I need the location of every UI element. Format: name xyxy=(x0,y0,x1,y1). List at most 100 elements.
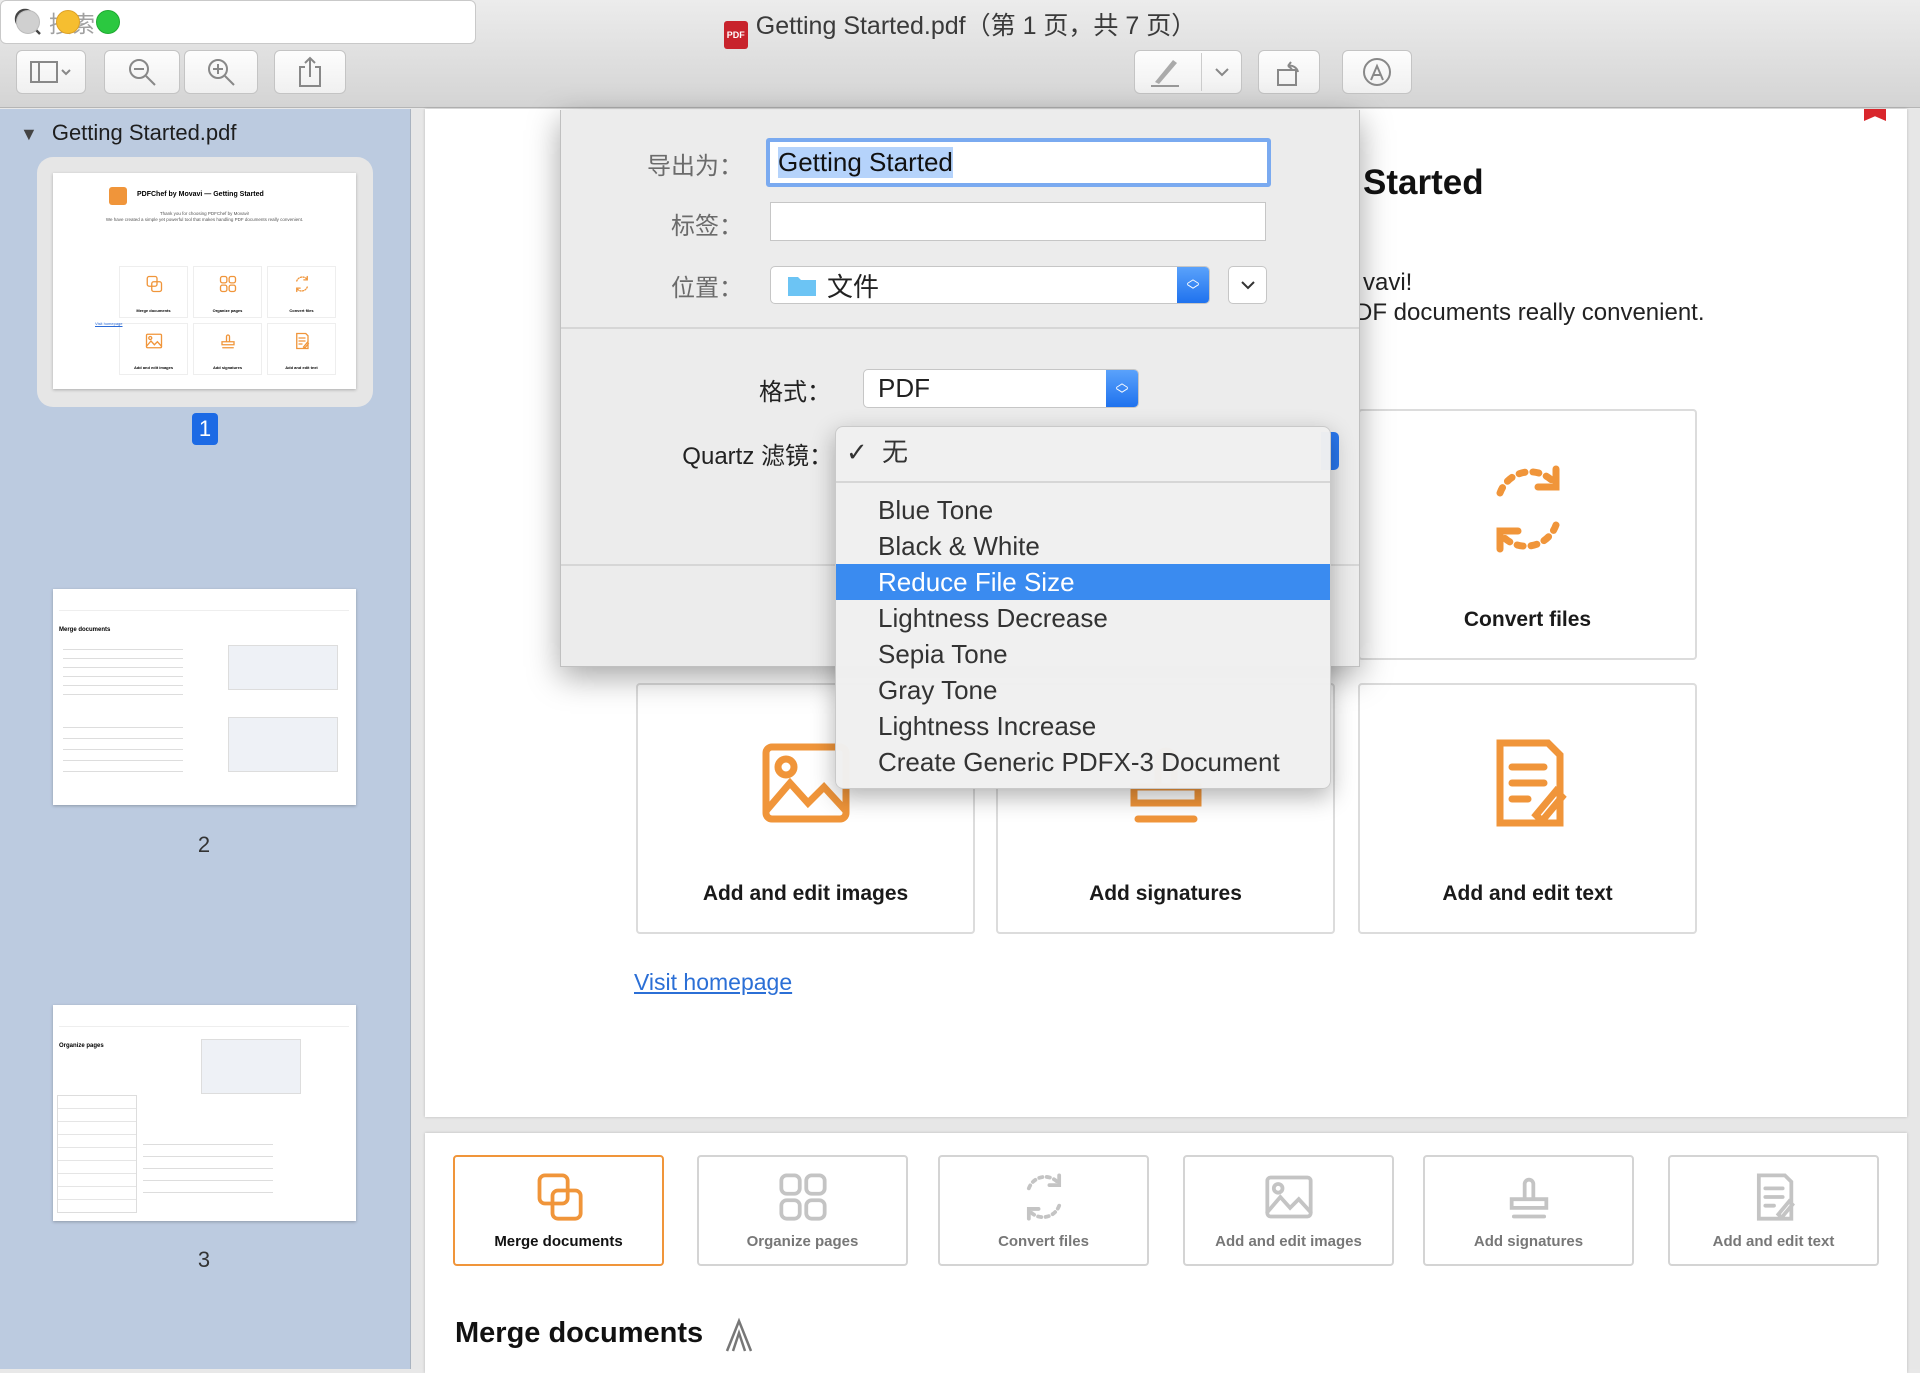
annotate-button[interactable] xyxy=(1342,50,1412,94)
page-thumbnail-2[interactable]: Merge documents xyxy=(53,589,356,805)
thumb-tab-row xyxy=(59,1009,349,1027)
convert-icon xyxy=(1496,465,1559,553)
disclosure-triangle-icon[interactable]: ▼ xyxy=(20,124,38,144)
feature-tab[interactable]: Organize pages xyxy=(697,1155,908,1266)
thumb-card-label: Convert files xyxy=(289,308,314,313)
page-thumbnail-1[interactable]: PDFChef by Movavi — Getting Started Than… xyxy=(53,173,356,389)
thumb-text-lines xyxy=(63,641,183,701)
feature-tab[interactable]: Add and edit text xyxy=(1668,1155,1879,1266)
thumb-line: We have created a simple yet powerful to… xyxy=(105,217,304,222)
section-heading: Merge documents xyxy=(455,1317,704,1349)
sidebar-toggle-button[interactable] xyxy=(16,50,86,94)
export-as-label: 导出为： xyxy=(647,153,743,180)
pen-icon xyxy=(1151,60,1179,87)
pdfchef-logo xyxy=(109,187,127,205)
feature-tab[interactable]: Convert files xyxy=(938,1155,1149,1266)
thumb-card: Merge documents xyxy=(119,266,188,318)
export-as-value: Getting Started xyxy=(778,147,953,178)
zoom-out-button[interactable] xyxy=(104,50,180,94)
window-title-text: Getting Started.pdf（第 1 页，共 7 页） xyxy=(755,12,1197,40)
page-number-2: 2 xyxy=(197,832,211,857)
page-number-badge-1: 1 xyxy=(192,413,218,445)
menu-item[interactable]: Create Generic PDFX-3 Document xyxy=(836,744,1330,780)
sidebar-icon xyxy=(30,61,71,83)
thumb-text-lines xyxy=(63,717,183,777)
markup-button[interactable] xyxy=(1134,50,1242,94)
location-label: 位置： xyxy=(671,275,743,302)
visit-homepage-link[interactable]: Visit homepage xyxy=(634,969,792,996)
thumb-tab-row xyxy=(59,593,349,611)
thumb-screenshot xyxy=(228,645,338,690)
feature-tab-label: Add and edit images xyxy=(1215,1233,1362,1250)
feature-tab-label: Merge documents xyxy=(494,1233,623,1250)
image-icon xyxy=(1264,1175,1313,1219)
menu-item[interactable]: Gray Tone xyxy=(836,672,1330,708)
format-value: PDF xyxy=(878,373,930,403)
signature-icon xyxy=(1509,1177,1548,1219)
pdf-icon: PDF xyxy=(723,21,748,49)
sidebar-document-name: Getting Started.pdf xyxy=(51,120,237,145)
quartz-filter-menu: ✓ 无 Blue Tone Black & White Reduce File Siz… xyxy=(835,426,1331,789)
feature-tab[interactable]: Add and edit images xyxy=(1183,1155,1394,1266)
convert-icon xyxy=(1026,1173,1061,1221)
menu-item[interactable]: Blue Tone xyxy=(836,492,1330,528)
tags-label: 标签： xyxy=(671,213,743,240)
thumb-link: Visit homepage xyxy=(95,321,123,326)
title-bar: PDFGetting Started.pdf（第 1 页，共 7 页） 搜索 xyxy=(0,0,1920,108)
thumb-card: Convert files xyxy=(267,266,336,318)
feature-tab[interactable]: Merge documents xyxy=(453,1155,664,1266)
thumb-card: Organize pages xyxy=(193,266,262,318)
thumb-line: Thank you for choosing PDFChef by Movavi… xyxy=(159,211,250,216)
location-popup[interactable]: 文件 ︿ ﹀ xyxy=(770,266,1210,304)
feature-card-label: Add and edit images xyxy=(702,882,909,905)
window-title: PDF Getting Started.pdf（第 1 页，共 7 页） xyxy=(0,6,1920,49)
menu-item[interactable]: Lightness Decrease xyxy=(836,600,1330,636)
menu-item-none[interactable]: ✓ 无 xyxy=(836,434,1330,470)
pdf-page-2: Merge documents Organize pages Convert fil… xyxy=(425,1133,1907,1373)
menu-item[interactable]: Sepia Tone xyxy=(836,636,1330,672)
zoom-in-button[interactable] xyxy=(184,50,258,94)
thumb-menu xyxy=(57,1095,137,1213)
stepper-icon: ︿ ﹀ xyxy=(1177,267,1209,303)
feature-card[interactable]: Add and edit text xyxy=(1358,683,1697,934)
bookmark-icon[interactable] xyxy=(1864,109,1886,121)
location-value: 文件 xyxy=(827,271,880,302)
organize-icon xyxy=(219,275,236,293)
feature-card[interactable]: Convert files xyxy=(1358,409,1697,660)
merge-icon xyxy=(537,1173,583,1221)
page-thumbnail-3[interactable]: Organize pages xyxy=(53,1005,356,1221)
feature-tab-label: Add signatures xyxy=(1473,1233,1584,1250)
menu-item[interactable]: Lightness Increase xyxy=(836,708,1330,744)
feature-tab-label: Add and edit text xyxy=(1712,1233,1835,1250)
feature-tab-label: Convert files xyxy=(998,1233,1089,1250)
thumb-card-label: Add signatures xyxy=(212,365,243,370)
export-as-input[interactable]: Getting Started xyxy=(766,138,1271,187)
thumb-card-label: Add and edit text xyxy=(285,365,318,370)
menu-separator xyxy=(836,481,1330,483)
organize-icon xyxy=(778,1173,827,1221)
menu-item-label: 无 xyxy=(882,437,909,467)
format-popup[interactable]: PDF ︿ ﹀ xyxy=(863,369,1139,408)
share-button[interactable] xyxy=(274,50,346,94)
divider xyxy=(561,327,1359,329)
checkmark-icon: ✓ xyxy=(846,437,868,467)
thumb-title: PDFChef by Movavi — Getting Started xyxy=(137,191,264,198)
menu-item[interactable]: Black & White xyxy=(836,528,1330,564)
rotate-button[interactable] xyxy=(1258,50,1320,94)
feature-tab[interactable]: Add signatures xyxy=(1423,1155,1634,1266)
intro-line: vavi! xyxy=(1363,269,1413,296)
thumb-text-lines xyxy=(143,1133,273,1203)
feature-tab-label: Organize pages xyxy=(746,1233,859,1250)
zoom-out-icon xyxy=(129,59,156,86)
tags-input[interactable] xyxy=(770,202,1266,241)
rotate-icon xyxy=(1277,61,1299,86)
expand-dialog-button[interactable] xyxy=(1228,266,1267,304)
convert-icon xyxy=(295,275,308,293)
image-icon xyxy=(145,333,162,349)
thumb-card-label: Add and edit images xyxy=(133,365,174,370)
stepper-icon: ︿ ﹀ xyxy=(1106,370,1138,407)
sidebar-document-header[interactable]: ▼ Getting Started.pdf xyxy=(20,120,237,146)
menu-item[interactable]: Reduce File Size xyxy=(836,564,1330,600)
feature-card-label: Convert files xyxy=(1463,608,1592,631)
intro-line: DF documents really convenient. xyxy=(1355,299,1705,326)
